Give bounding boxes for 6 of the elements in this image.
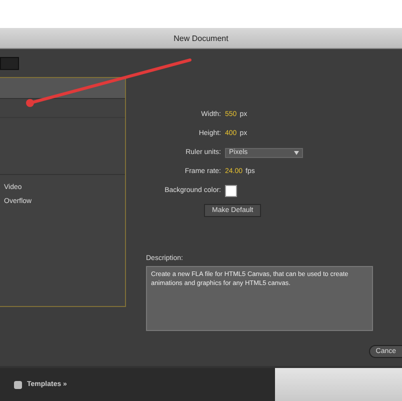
caret-icon xyxy=(294,150,299,154)
color-swatch[interactable] xyxy=(225,184,237,196)
selected-row[interactable] xyxy=(0,78,125,99)
templates-icon xyxy=(14,380,22,388)
toolbar-button[interactable] xyxy=(0,56,19,70)
window-title: New Document xyxy=(174,34,228,42)
